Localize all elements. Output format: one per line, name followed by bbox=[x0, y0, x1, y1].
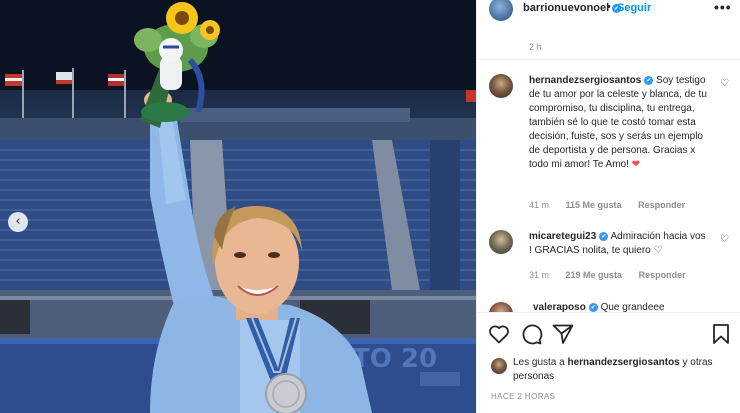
post-time-ago: 2 h bbox=[529, 42, 542, 52]
comment-item: micaretegui23 ✔ Admiración hacia vos ! GR… bbox=[477, 230, 740, 290]
likes-text[interactable]: Les gusta a hernandezsergiosantos y otra… bbox=[513, 356, 723, 384]
verified-icon: ✔ bbox=[644, 76, 654, 85]
chevron-left-icon: ‹ bbox=[15, 214, 21, 229]
white-heart-emoji: ♡ bbox=[653, 245, 663, 256]
reply-button[interactable]: Responder bbox=[639, 270, 686, 280]
owner-avatar[interactable] bbox=[489, 0, 513, 21]
comment-icon[interactable] bbox=[519, 322, 543, 346]
post-timestamp: HACE 2 HORAS bbox=[491, 392, 556, 401]
comment-body: hernandezsergiosantos ✔ Soy testigo de tu… bbox=[529, 74, 709, 172]
carousel-prev-button[interactable]: ‹ bbox=[8, 212, 28, 232]
comment-time: 31 m bbox=[529, 270, 550, 280]
reply-button[interactable]: Responder bbox=[638, 200, 685, 210]
share-icon[interactable] bbox=[551, 322, 575, 346]
liker-avatar[interactable] bbox=[491, 358, 507, 374]
comment-username[interactable]: micaretegui23 bbox=[529, 231, 596, 242]
comment-time: 41 m bbox=[529, 200, 550, 210]
comment-body: valeraposo ✔ Que grandeee bbox=[533, 302, 713, 312]
verified-icon: ✔ bbox=[588, 303, 598, 312]
liker-username[interactable]: hernandezsergiosantos bbox=[567, 357, 679, 368]
bookmark-icon[interactable] bbox=[709, 322, 733, 346]
post-side-panel: barrionuevonoel ✔ • Seguir ••• 2 h hernan… bbox=[476, 0, 740, 413]
post-header: barrionuevonoel ✔ • Seguir ••• bbox=[477, 0, 740, 21]
divider bbox=[477, 312, 740, 313]
comment-meta: 31 m 219 Me gusta Responder bbox=[529, 270, 700, 280]
svg-text:TO 20: TO 20 bbox=[352, 344, 437, 374]
owner-username: barrionuevonoel bbox=[523, 2, 610, 14]
likes-prefix: Les gusta a bbox=[513, 357, 568, 368]
comment-like-heart-icon[interactable]: ♡ bbox=[720, 234, 729, 245]
comment-meta: 41 m 115 Me gusta Responder bbox=[529, 200, 699, 210]
post-photo[interactable]: TO 20 ‹ bbox=[0, 0, 476, 413]
comment-username[interactable]: hernandezsergiosantos bbox=[529, 75, 641, 86]
red-heart-emoji: ❤ bbox=[631, 159, 641, 170]
comment-body: micaretegui23 ✔ Admiración hacia vos ! GR… bbox=[529, 230, 709, 258]
verified-icon: ✔ bbox=[599, 232, 609, 241]
comment-likes[interactable]: 219 Me gusta bbox=[566, 270, 623, 280]
post-action-bar bbox=[477, 318, 740, 350]
comment-item: hernandezsergiosantos ✔ Soy testigo de tu… bbox=[477, 74, 740, 214]
comment-username[interactable]: valeraposo bbox=[533, 302, 586, 312]
comment-text: Que grandeee bbox=[600, 302, 665, 312]
comment-avatar[interactable] bbox=[489, 302, 513, 312]
heart-icon[interactable] bbox=[487, 322, 511, 346]
more-options-icon[interactable]: ••• bbox=[714, 0, 732, 15]
comment-like-heart-icon[interactable]: ♡ bbox=[720, 78, 729, 89]
comment-likes[interactable]: 115 Me gusta bbox=[566, 200, 622, 210]
separator-dot: • bbox=[607, 1, 611, 13]
comment-item: valeraposo ✔ Que grandeee bbox=[477, 302, 740, 312]
stadium-scene: TO 20 bbox=[0, 0, 476, 413]
divider bbox=[477, 59, 740, 60]
follow-button[interactable]: Seguir bbox=[617, 2, 651, 14]
comment-text: Soy testigo de tu amor por la celeste y … bbox=[529, 75, 707, 170]
comment-avatar[interactable] bbox=[489, 74, 513, 98]
comment-avatar[interactable] bbox=[489, 230, 513, 254]
